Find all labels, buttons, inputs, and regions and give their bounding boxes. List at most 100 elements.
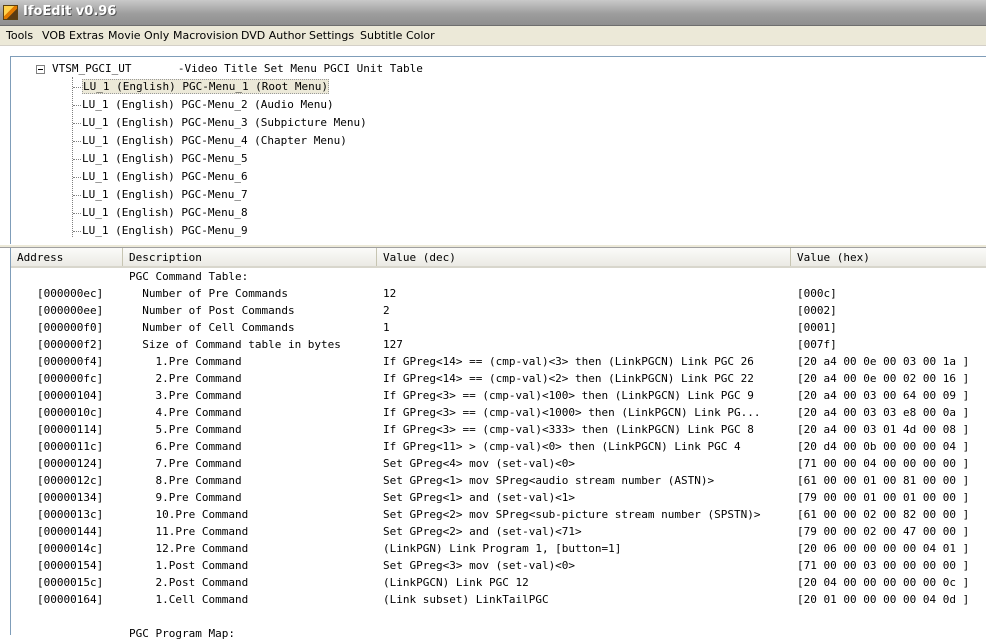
table-row[interactable]: [0000013c] 10.Pre Command Set GPreg<2> mo… <box>11 507 986 524</box>
tree-item-label: LU_1 (English) PGC-Menu_8 <box>82 206 248 219</box>
row-value-dec: Set GPreg<2> mov SPreg<sub-picture strea… <box>383 508 761 521</box>
table-row[interactable] <box>11 609 986 626</box>
menu-movie-only[interactable]: Movie Only <box>108 29 169 42</box>
tree-item-pgc-menu[interactable]: LU_1 (English) PGC-Menu_8 <box>71 206 250 219</box>
tree-branch-line <box>73 176 81 178</box>
row-address: [00000114] <box>37 423 104 436</box>
tree-item-pgc-menu[interactable]: LU_1 (English) PGC-Menu_5 <box>71 152 250 165</box>
title-bar[interactable]: IfoEdit v0.96 <box>0 0 986 26</box>
table-row[interactable]: [0000012c] 8.Pre Command Set GPreg<1> mov… <box>11 473 986 490</box>
tree-item-label: LU_1 (English) PGC-Menu_9 <box>82 224 248 237</box>
table-row[interactable]: [0000015c] 2.Post Command (LinkPGCN) Link… <box>11 575 986 592</box>
row-value-hex: [20 06 00 00 00 00 04 01 ] <box>797 542 970 555</box>
table-row[interactable]: [00000124] 7.Pre Command Set GPreg<4> mov… <box>11 456 986 473</box>
row-description: PGC Command Table: <box>129 270 249 283</box>
row-address: [0000015c] <box>37 576 104 589</box>
row-value-hex: [61 00 00 01 00 81 00 00 ] <box>797 474 970 487</box>
row-description: 7.Pre Command <box>129 457 242 470</box>
tree-item-pgc-menu[interactable]: LU_1 (English) PGC-Menu_6 <box>71 170 250 183</box>
row-value-dec: If GPreg<14> == (cmp-val)<2> then (LinkP… <box>383 372 754 385</box>
tree-branch-line <box>73 230 81 232</box>
row-value-dec: (LinkPGCN) Link PGC 12 <box>383 576 529 589</box>
row-description: 9.Pre Command <box>129 491 242 504</box>
row-address: [000000f4] <box>37 355 104 368</box>
row-value-hex: [0002] <box>797 304 837 317</box>
command-list[interactable]: Address Description Value (dec) Value (h… <box>10 248 986 640</box>
menu-subtitle-color[interactable]: Subtitle Color <box>360 29 435 42</box>
table-row[interactable]: PGC Command Table: <box>11 269 986 286</box>
tree-branch-line <box>73 140 81 142</box>
column-address[interactable]: Address <box>11 248 123 266</box>
table-row[interactable]: [0000014c] 12.Pre Command (LinkPGN) Link … <box>11 541 986 558</box>
column-value-hex[interactable]: Value (hex) <box>791 248 986 266</box>
row-description: 1.Cell Command <box>129 593 249 606</box>
row-description: Number of Cell Commands <box>129 321 295 334</box>
tree-item-pgc-menu[interactable]: LU_1 (English) PGC-Menu_9 <box>71 224 250 237</box>
row-value-dec: (Link subset) LinkTailPGC <box>383 593 549 606</box>
row-address: [00000134] <box>37 491 104 504</box>
tree-item-label: LU_1 (English) PGC-Menu_7 <box>82 188 248 201</box>
row-value-hex: [20 a4 00 0e 00 03 00 1a ] <box>797 355 970 368</box>
row-value-dec: Set GPreg<2> and (set-val)<71> <box>383 525 582 538</box>
row-address: [000000f2] <box>37 338 104 351</box>
row-description: 2.Pre Command <box>129 372 242 385</box>
table-row[interactable]: [00000154] 1.Post Command Set GPreg<3> mo… <box>11 558 986 575</box>
tree-item-pgc-menu[interactable]: LU_1 (English) PGC-Menu_7 <box>71 188 250 201</box>
tree-item-pgc-menu[interactable]: LU_1 (English) PGC-Menu_3 (Subpicture Me… <box>71 116 369 129</box>
row-value-hex: [20 a4 00 03 00 64 00 09 ] <box>797 389 970 402</box>
tree-branch-line <box>73 158 81 160</box>
table-row[interactable]: [0000010c] 4.Pre Command If GPreg<3> == (… <box>11 405 986 422</box>
row-value-dec: If GPreg<3> == (cmp-val)<1000> then (Lin… <box>383 406 761 419</box>
row-value-hex: [20 d4 00 0b 00 00 00 04 ] <box>797 440 970 453</box>
row-description: 6.Pre Command <box>129 440 242 453</box>
row-description: 12.Pre Command <box>129 542 249 555</box>
row-description: 11.Pre Command <box>129 525 249 538</box>
table-row[interactable]: [000000f2] Size of Command table in byte… <box>11 337 986 354</box>
table-row[interactable]: [00000164] 1.Cell Command (Link subset) L… <box>11 592 986 609</box>
row-address: [0000014c] <box>37 542 104 555</box>
list-header: Address Description Value (dec) Value (h… <box>11 248 986 268</box>
table-row[interactable]: [00000114] 5.Pre Command If GPreg<3> == (… <box>11 422 986 439</box>
table-row[interactable]: [00000104] 3.Pre Command If GPreg<3> == (… <box>11 388 986 405</box>
row-value-hex: [71 00 00 04 00 00 00 00 ] <box>797 457 970 470</box>
table-row[interactable]: [000000f4] 1.Pre Command If GPreg<14> == … <box>11 354 986 371</box>
pgci-tree[interactable]: VTSM_PGCI_UT -Video Title Set Menu PGCI … <box>10 56 986 244</box>
collapse-icon[interactable] <box>36 65 45 74</box>
tree-item-label: LU_1 (English) PGC-Menu_2 (Audio Menu) <box>82 98 334 111</box>
tree-branch-line <box>73 122 81 124</box>
tree-root-vtsm-pgci-ut[interactable]: VTSM_PGCI_UT -Video Title Set Menu PGCI … <box>52 62 423 75</box>
menu-dvd-author[interactable]: DVD Author <box>241 29 306 42</box>
column-description[interactable]: Description <box>123 248 377 266</box>
menu-vob-extras[interactable]: VOB Extras <box>42 29 104 42</box>
row-description: Size of Command table in bytes <box>129 338 341 351</box>
table-row[interactable]: [00000144] 11.Pre Command Set GPreg<2> an… <box>11 524 986 541</box>
row-value-dec: 127 <box>383 338 403 351</box>
tree-item-pgc-menu[interactable]: LU_1 (English) PGC-Menu_1 (Root Menu) <box>71 79 331 94</box>
tree-item-pgc-menu[interactable]: LU_1 (English) PGC-Menu_2 (Audio Menu) <box>71 98 336 111</box>
row-value-hex: [20 a4 00 03 03 e8 00 0a ] <box>797 406 970 419</box>
row-value-hex: [0001] <box>797 321 837 334</box>
table-row[interactable]: [000000ee] Number of Post Commands 2 [0002… <box>11 303 986 320</box>
tree-item-label: LU_1 (English) PGC-Menu_4 (Chapter Menu) <box>82 134 347 147</box>
row-address: [00000154] <box>37 559 104 572</box>
column-value-dec[interactable]: Value (dec) <box>377 248 791 266</box>
row-value-dec: Set GPreg<4> mov (set-val)<0> <box>383 457 576 470</box>
tree-item-pgc-menu[interactable]: LU_1 (English) PGC-Menu_4 (Chapter Menu) <box>71 134 349 147</box>
row-address: [0000010c] <box>37 406 104 419</box>
table-row[interactable]: [0000011c] 6.Pre Command If GPreg<11> > (… <box>11 439 986 456</box>
table-row[interactable]: [00000134] 9.Pre Command Set GPreg<1> and… <box>11 490 986 507</box>
row-value-hex: [20 a4 00 0e 00 02 00 16 ] <box>797 372 970 385</box>
menu-tools[interactable]: Tools <box>6 29 33 42</box>
row-description: 3.Pre Command <box>129 389 242 402</box>
table-row[interactable]: [000000ec] Number of Pre Commands 12 [000c… <box>11 286 986 303</box>
table-row[interactable]: [000000fc] 2.Pre Command If GPreg<14> == … <box>11 371 986 388</box>
row-description: Number of Pre Commands <box>129 287 288 300</box>
row-description: Number of Post Commands <box>129 304 295 317</box>
menu-macrovision[interactable]: Macrovision <box>173 29 238 42</box>
row-value-hex: [79 00 00 02 00 47 00 00 ] <box>797 525 970 538</box>
row-address: [00000164] <box>37 593 104 606</box>
table-row[interactable]: [000000f0] Number of Cell Commands 1 [0001… <box>11 320 986 337</box>
row-value-dec: Set GPreg<1> mov SPreg<audio stream numb… <box>383 474 715 487</box>
tree-item-label: LU_1 (English) PGC-Menu_1 (Root Menu) <box>82 79 330 94</box>
menu-settings[interactable]: Settings <box>309 29 354 42</box>
